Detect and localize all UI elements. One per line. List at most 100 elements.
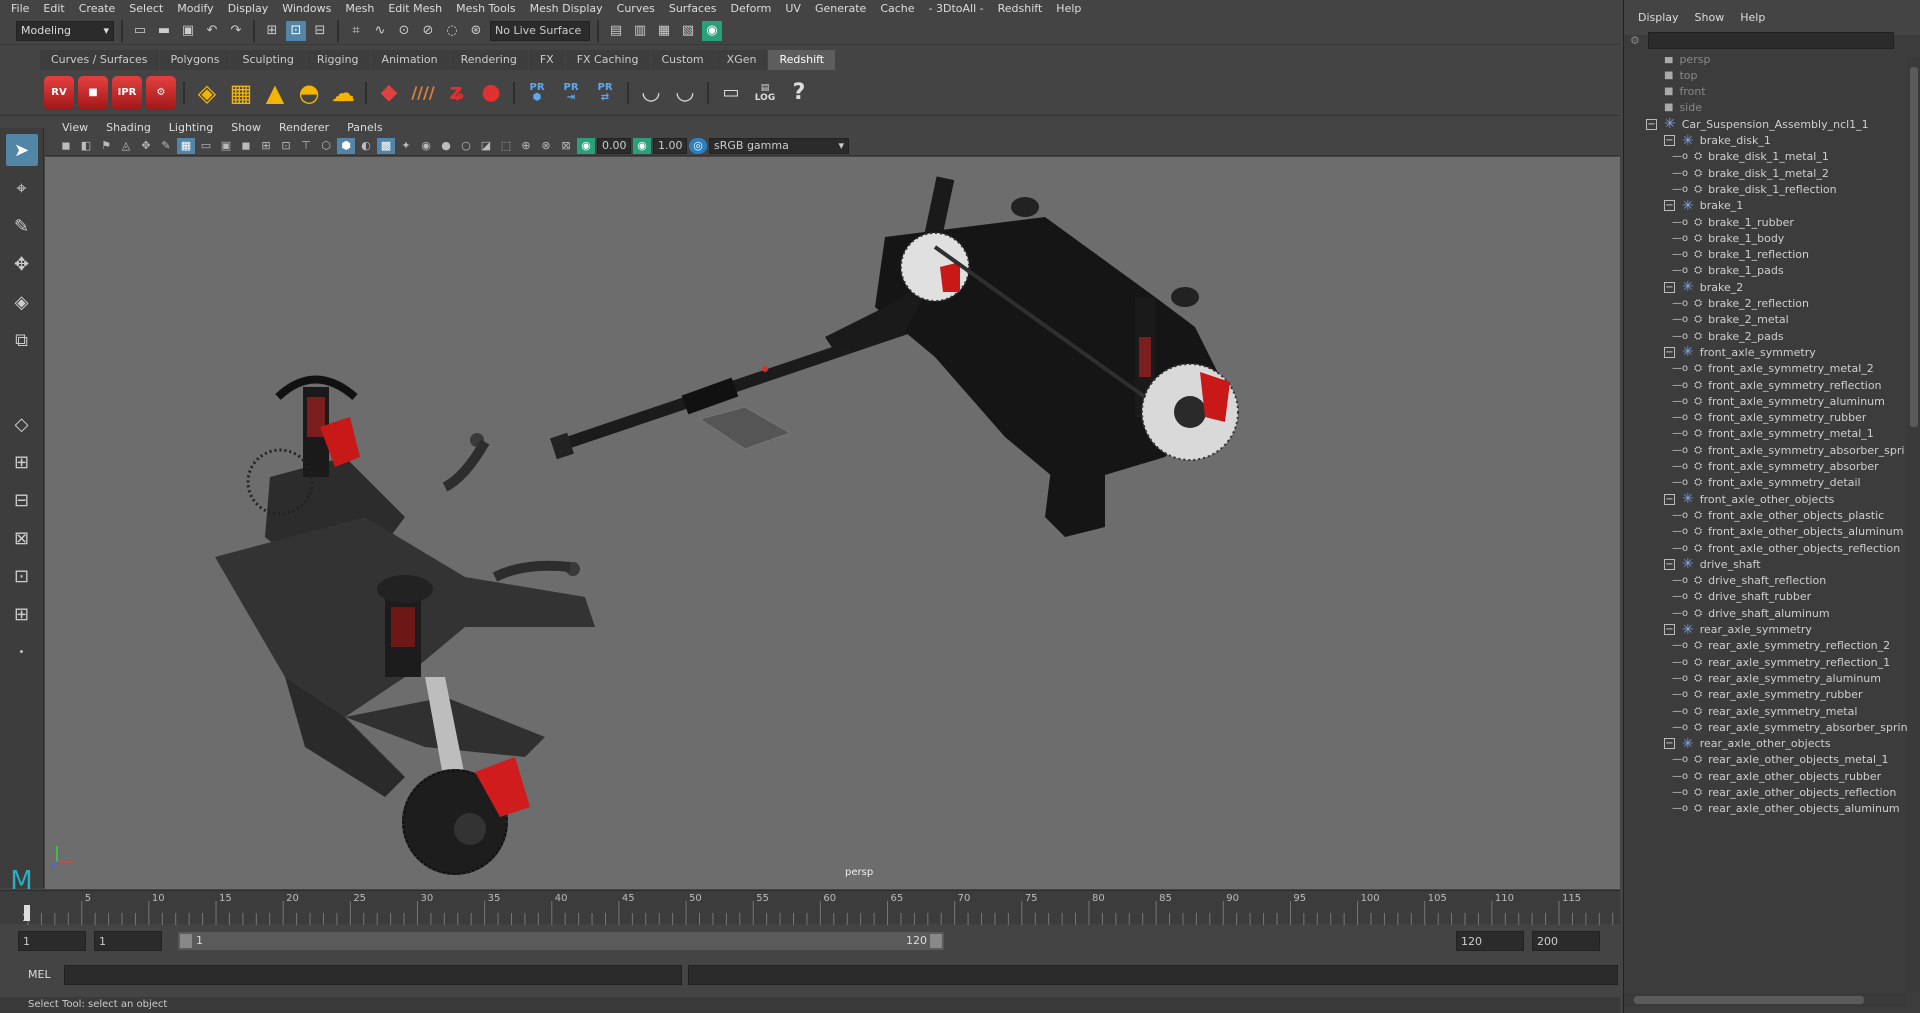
gamma-icon[interactable]: ◉ [633,137,651,154]
pr-sync-button[interactable]: PR ⇄ [590,76,620,110]
isolate-select-icon[interactable]: ⬚ [497,138,515,154]
camera-attr-icon[interactable]: ◧ [77,138,95,154]
redshift-settings-button[interactable]: ⚙ [146,75,176,110]
select-component-icon[interactable]: ⊟ [310,21,330,41]
time-slider[interactable]: 5 10 15 20 25 30 35 40 45 50 55 60 65 70 75 80 85 90 95 100… [0,890,1627,925]
tab-polygons[interactable]: Polygons [159,50,231,70]
paint-select-icon[interactable]: ✎ [6,210,38,242]
safe-action-icon[interactable]: ⊡ [277,138,295,154]
lasso-tool-icon[interactable]: ⌖ [6,172,38,204]
tab-animation[interactable]: Animation [370,50,449,70]
viewport-menu-view[interactable]: View [53,121,97,134]
xray-icon[interactable]: ⊕ [517,138,535,154]
viewport-persp[interactable]: persp [45,157,1620,889]
redo-icon[interactable]: ↷ [226,21,246,41]
outliner-menu-display[interactable]: Display [1630,11,1687,24]
start-time-field[interactable]: 1 [18,931,86,951]
anti-alias-icon[interactable]: ◪ [477,138,495,154]
scroll-thumb[interactable] [1910,67,1918,427]
grid-icon[interactable]: ▦ [177,137,195,154]
collapse-icon[interactable]: − [1664,346,1675,358]
xray-joints-icon[interactable]: ⊗ [537,138,555,154]
viewport-menu-panels[interactable]: Panels [338,121,391,134]
smooth-shade-icon[interactable]: ⬢ [337,137,355,154]
camera-icon[interactable]: ◼ [57,138,75,154]
portal-light-icon[interactable]: ▦ [226,76,256,110]
collapse-icon[interactable]: − [1664,624,1675,635]
bookmark-icon[interactable]: ⚑ [97,138,115,154]
log-button[interactable]: ▤ LOG [750,76,780,110]
curve-icon[interactable]: ʑ [442,76,472,110]
dome-light-icon[interactable]: ◓ [294,76,324,110]
pr-export-button[interactable]: PR ⬢ [522,76,552,110]
menu-uv[interactable]: UV [778,2,808,15]
collapse-icon[interactable]: − [1664,200,1675,212]
menu-mesh-tools[interactable]: Mesh Tools [449,2,523,15]
hypershade-layout-icon[interactable]: ⊞ [6,598,38,630]
new-scene-icon[interactable]: ▭ [130,21,150,41]
outliner-horizontal-scrollbar[interactable] [1624,993,1907,1007]
snap-view-icon[interactable]: ⊘ [418,21,438,41]
film-gate-icon[interactable]: ▭ [197,138,215,154]
collapse-icon[interactable]: − [1664,135,1675,146]
sphere-icon[interactable]: ● [476,76,506,110]
hair-icon[interactable]: //// [408,76,438,110]
grease-pencil-icon[interactable]: ✎ [157,138,175,154]
menu-modify[interactable]: Modify [170,2,220,15]
viewport-menu-show[interactable]: Show [222,121,270,134]
shadows-icon[interactable]: ◉ [417,138,435,154]
redshift-render-button[interactable]: ■ [78,75,108,110]
tab-fx[interactable]: FX [528,50,565,70]
collapse-icon[interactable]: − [1664,558,1675,570]
single-view-icon[interactable]: ◇ [6,408,38,440]
script-language-label[interactable]: MEL [28,968,51,981]
snap-live-icon[interactable]: ⊛ [466,21,486,41]
ipr-render-icon[interactable]: ▦ [654,21,674,41]
outliner-menu-show[interactable]: Show [1687,11,1733,24]
select-hierarchy-icon[interactable]: ⊞ [262,21,282,41]
safe-title-icon[interactable]: ⊤ [297,138,315,154]
move-tool-icon[interactable]: ✥ [6,248,38,280]
outliner-search-input[interactable] [1648,32,1894,49]
filter-icon[interactable]: ⚙ [1630,34,1640,47]
color-management-icon[interactable]: ◎ [689,137,707,154]
proxy-icon[interactable]: ◆ [374,76,404,110]
playback-end-field[interactable]: 120 [1456,931,1524,951]
spot-light-icon[interactable]: ▲ [260,76,290,110]
menu-edit-mesh[interactable]: Edit Mesh [381,2,449,15]
menu-file[interactable]: File [4,2,36,15]
image-plane-icon[interactable]: ◬ [117,138,135,154]
scroll-thumb[interactable] [1634,996,1864,1004]
rotate-tool-icon[interactable]: ◈ [6,286,38,318]
menu-set-dropdown[interactable]: Modeling ▾ [16,20,114,41]
menu-help[interactable]: Help [1049,2,1088,15]
tab-rigging[interactable]: Rigging [305,50,370,70]
tab-curves-surfaces[interactable]: Curves / Surfaces [40,50,159,70]
menu-windows[interactable]: Windows [275,2,338,15]
snap-point-icon[interactable]: ⊙ [394,21,414,41]
undo-icon[interactable]: ↶ [202,21,222,41]
range-end-handle[interactable] [930,934,942,948]
bowl-alt-icon[interactable]: ◡ [670,76,700,110]
script-editor-icon[interactable]: ▭ [716,76,746,110]
menu-deform[interactable]: Deform [723,2,778,15]
tab-redshift[interactable]: Redshift [768,50,836,70]
resolution-gate-icon[interactable]: ▣ [217,138,235,154]
field-chart-icon[interactable]: ⊞ [257,138,275,154]
motion-blur-icon[interactable]: ○ [457,138,475,154]
redshift-ipr-button[interactable]: IPR [112,75,142,110]
tab-xgen[interactable]: XGen [715,50,768,70]
hypershade-icon[interactable]: ◉ [702,20,722,41]
four-view-icon[interactable]: ⊞ [6,446,38,478]
select-object-icon[interactable]: ⊡ [286,20,306,41]
select-tool-icon[interactable]: ➤ [5,134,38,166]
outliner-menu-help[interactable]: Help [1732,11,1773,24]
snap-grid-icon[interactable]: ⌗ [346,21,366,41]
tab-custom[interactable]: Custom [650,50,715,70]
collapse-icon[interactable]: − [1664,738,1675,750]
flat-shade-icon[interactable]: ◐ [357,138,375,154]
lights-icon[interactable]: ✦ [397,138,415,154]
collapse-icon[interactable]: − [1646,118,1657,130]
menu-generate[interactable]: Generate [808,2,873,15]
exposure-field[interactable]: 0.00 [597,137,631,154]
